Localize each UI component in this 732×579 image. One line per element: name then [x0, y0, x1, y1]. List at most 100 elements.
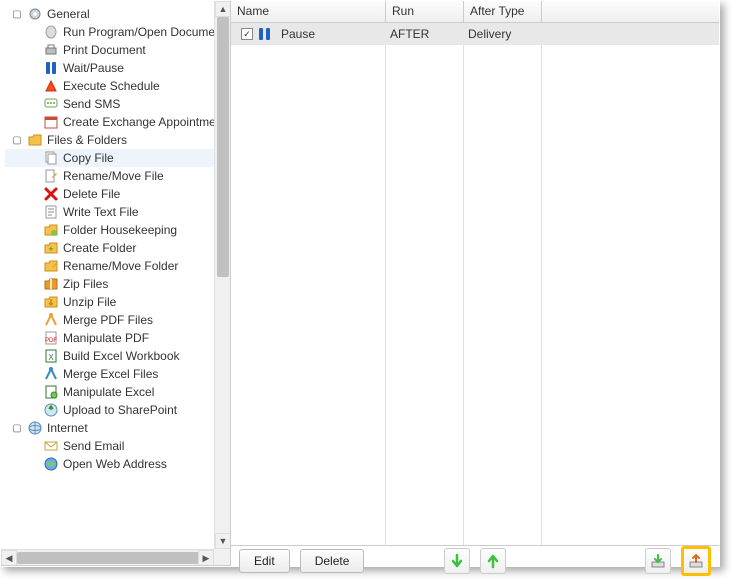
tree-group-internet[interactable]: ▢ Internet: [5, 419, 230, 437]
scroll-down-icon[interactable]: ▼: [215, 533, 230, 549]
rename-file-icon: [43, 168, 59, 184]
row-checkbox[interactable]: ✓: [241, 28, 253, 40]
tree-item[interactable]: Manipulate Excel: [5, 383, 230, 401]
text-file-icon: [43, 204, 59, 220]
tree-item-label: Run Program/Open Document: [63, 25, 225, 39]
row-after-type: Delivery: [464, 27, 542, 41]
tree-item[interactable]: Unzip File: [5, 293, 230, 311]
tree-item[interactable]: + Create Folder: [5, 239, 230, 257]
column-header-after-type[interactable]: After Type: [464, 1, 542, 22]
printer-icon: [43, 42, 59, 58]
collapse-icon[interactable]: ▢: [11, 134, 23, 146]
arrow-down-icon: [449, 553, 465, 569]
tree-item[interactable]: Create Exchange Appointment: [5, 113, 230, 131]
tree-item-label: Create Exchange Appointment: [63, 115, 226, 129]
tree-item-label: Folder Housekeeping: [63, 223, 177, 237]
table-row[interactable]: ✓ Pause AFTER Delivery: [231, 23, 719, 45]
scroll-left-icon[interactable]: ◀: [1, 550, 17, 566]
pause-icon: [43, 60, 59, 76]
tree-item[interactable]: Wait/Pause: [5, 59, 230, 77]
tree-item-label: Rename/Move File: [63, 169, 164, 183]
scroll-right-icon[interactable]: ▶: [198, 550, 214, 566]
tree-item[interactable]: Merge PDF Files: [5, 311, 230, 329]
folder-icon: [27, 132, 43, 148]
email-icon: [43, 438, 59, 454]
sms-icon: [43, 96, 59, 112]
tree-item[interactable]: Open Web Address: [5, 455, 230, 473]
import-icon: [650, 553, 666, 569]
tree-item-label: Wait/Pause: [63, 61, 124, 75]
export-button[interactable]: [681, 546, 711, 576]
tree-item-label: Rename/Move Folder: [63, 259, 178, 273]
tree-group-label: Internet: [47, 421, 88, 435]
scroll-thumb-horizontal[interactable]: [17, 552, 202, 564]
tree-item[interactable]: X Build Excel Workbook: [5, 347, 230, 365]
tree-item-label: Copy File: [63, 151, 114, 165]
pause-icon: [257, 26, 273, 42]
rename-folder-icon: [43, 258, 59, 274]
move-down-button[interactable]: [444, 548, 470, 574]
scroll-thumb[interactable]: [217, 17, 229, 277]
tree-item[interactable]: Delete File: [5, 185, 230, 203]
tree-group-general[interactable]: ▢General: [5, 5, 230, 23]
tree-group-files[interactable]: ▢ Files & Folders: [5, 131, 230, 149]
tree-item[interactable]: Send Email: [5, 437, 230, 455]
tree-item-label: Manipulate PDF: [63, 331, 149, 345]
merge-pdf-icon: [43, 312, 59, 328]
tree-item[interactable]: Upload to SharePoint: [5, 401, 230, 419]
tree-item[interactable]: Rename/Move File: [5, 167, 230, 185]
zip-icon: [43, 276, 59, 292]
import-button[interactable]: [645, 548, 671, 574]
tree-item-label: Manipulate Excel: [63, 385, 154, 399]
tree-item[interactable]: Write Text File: [5, 203, 230, 221]
edit-button[interactable]: Edit: [239, 549, 290, 573]
tree-item-label: Zip Files: [63, 277, 108, 291]
tree-item-label: Execute Schedule: [63, 79, 160, 93]
scroll-up-icon[interactable]: ▲: [215, 1, 230, 17]
svg-text:X: X: [48, 353, 54, 362]
tree-item[interactable]: Print Document: [5, 41, 230, 59]
column-header-name[interactable]: Name: [231, 1, 386, 22]
collapse-icon[interactable]: ▢: [11, 422, 23, 434]
tree-item-label: Unzip File: [63, 295, 116, 309]
tree-item[interactable]: Run Program/Open Document: [5, 23, 230, 41]
copy-file-icon: [43, 150, 59, 166]
tree-item[interactable]: Zip Files: [5, 275, 230, 293]
delete-button[interactable]: Delete: [300, 549, 365, 573]
column-header-spacer: [542, 1, 719, 22]
tree-item-label: Build Excel Workbook: [63, 349, 180, 363]
svg-text:PDF: PDF: [45, 338, 57, 344]
tree-item[interactable]: Merge Excel Files: [5, 365, 230, 383]
sidebar-panel: ▢General Run Program/Open Document Print D…: [1, 1, 231, 566]
move-up-button[interactable]: [480, 548, 506, 574]
tree-item[interactable]: PDF Manipulate PDF: [5, 329, 230, 347]
export-icon: [688, 553, 704, 569]
tree-item-label: Create Folder: [63, 241, 136, 255]
create-folder-icon: +: [43, 240, 59, 256]
excel-icon: X: [43, 348, 59, 364]
tree-item-label: Print Document: [63, 43, 146, 57]
column-header-run[interactable]: Run: [386, 1, 464, 22]
pdf-icon: PDF: [43, 330, 59, 346]
execute-icon: [43, 78, 59, 94]
manipulate-excel-icon: [43, 384, 59, 400]
calendar-icon: [43, 114, 59, 130]
row-run: AFTER: [386, 27, 464, 41]
sharepoint-icon: [43, 402, 59, 418]
tree-item[interactable]: Folder Housekeeping: [5, 221, 230, 239]
vertical-scrollbar[interactable]: ▲ ▼: [214, 1, 230, 549]
horizontal-scrollbar[interactable]: ◀ ▶: [1, 549, 214, 565]
tree-item[interactable]: Execute Schedule: [5, 77, 230, 95]
tree-item-label: Merge PDF Files: [63, 313, 153, 327]
tree-item-label: Merge Excel Files: [63, 367, 158, 381]
tree-item-label: Open Web Address: [63, 457, 167, 471]
arrow-up-icon: [485, 553, 501, 569]
tree-item[interactable]: Rename/Move Folder: [5, 257, 230, 275]
collapse-icon[interactable]: ▢: [11, 8, 23, 20]
tree-item[interactable]: Send SMS: [5, 95, 230, 113]
tree-group-label: Files & Folders: [47, 133, 127, 147]
unzip-icon: [43, 294, 59, 310]
tree-item[interactable]: Copy File: [5, 149, 230, 167]
task-table: Name Run After Type ✓ Pause AFTER Delive…: [231, 1, 719, 546]
tree-item-label: Upload to SharePoint: [63, 403, 177, 417]
